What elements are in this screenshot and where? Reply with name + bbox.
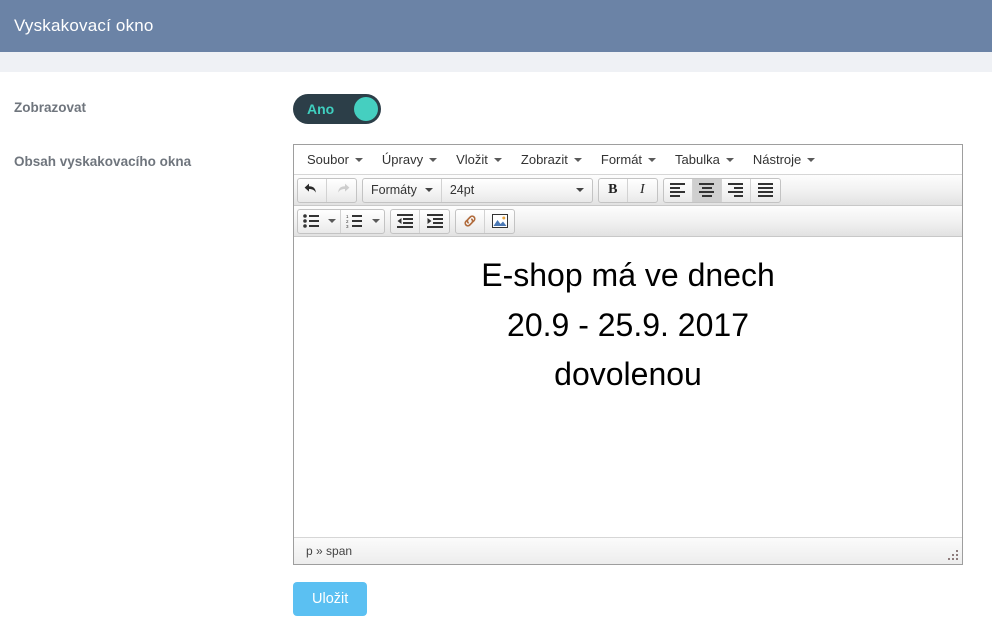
editor-paragraph: E-shop má ve dnech 20.9 - 25.9. 2017 dov… xyxy=(304,251,952,400)
alignment-group xyxy=(662,177,781,203)
svg-text:3: 3 xyxy=(346,224,349,228)
toggle-knob[interactable] xyxy=(354,97,378,121)
chevron-down-icon xyxy=(575,188,584,192)
app-header: Vyskakovací okno xyxy=(0,0,992,52)
menu-nastroje-label: Nástroje xyxy=(752,152,802,167)
bold-button[interactable]: B xyxy=(599,178,628,202)
chevron-down-icon xyxy=(573,157,582,162)
editor-toolbar-row-2: 1 2 3 xyxy=(294,206,962,237)
insert-button-group xyxy=(455,208,515,234)
italic-icon: I xyxy=(640,182,645,197)
menu-upravy[interactable]: Úpravy xyxy=(372,148,446,171)
editor-toolbar-row-1: Formáty 24pt B I xyxy=(294,175,962,206)
chevron-down-icon xyxy=(424,188,433,192)
align-right-icon xyxy=(728,183,744,197)
menu-nastroje[interactable]: Nástroje xyxy=(743,148,824,171)
align-right-button[interactable] xyxy=(722,178,751,202)
label-zobrazovat: Zobrazovat xyxy=(14,100,87,115)
redo-button[interactable] xyxy=(327,179,356,202)
numbered-list-caret-button[interactable] xyxy=(367,210,384,233)
menu-zobrazit[interactable]: Zobrazit xyxy=(511,148,591,171)
chevron-down-icon xyxy=(725,157,734,162)
menu-tabulka-label: Tabulka xyxy=(675,152,720,167)
outdent-icon xyxy=(397,214,413,228)
save-button[interactable]: Uložit xyxy=(293,582,368,616)
formats-dropdown[interactable]: Formáty xyxy=(363,178,442,202)
align-justify-button[interactable] xyxy=(751,179,780,202)
menu-zobrazit-label: Zobrazit xyxy=(520,152,568,167)
menu-vlozit-label: Vložit xyxy=(456,152,488,167)
align-left-button[interactable] xyxy=(664,178,693,202)
text-style-group: B I xyxy=(597,177,658,203)
chevron-down-icon xyxy=(371,219,380,223)
editor-line-3: dovolenou xyxy=(554,356,702,393)
numbered-list-split: 1 2 3 xyxy=(341,210,384,233)
italic-button[interactable]: I xyxy=(628,179,657,202)
menu-soubor[interactable]: Soubor xyxy=(297,148,372,171)
numbered-list-icon: 1 2 3 xyxy=(346,214,362,228)
chevron-down-icon xyxy=(493,157,502,162)
form-row-zobrazovat: Zobrazovat Ano xyxy=(0,94,992,134)
page-title: Vyskakovací okno xyxy=(14,16,154,35)
image-button[interactable] xyxy=(485,210,514,233)
align-center-button[interactable] xyxy=(692,178,722,202)
editor-line-2: 20.9 - 25.9. 2017 xyxy=(507,306,749,343)
form-row-obsah: Obsah vyskakovacího okna Soubor Úpravy V… xyxy=(0,144,992,565)
chevron-down-icon xyxy=(354,157,363,162)
label-obsah: Obsah vyskakovacího okna xyxy=(14,154,192,169)
chevron-down-icon xyxy=(328,219,336,223)
element-path[interactable]: p » span xyxy=(306,544,352,558)
menu-tabulka[interactable]: Tabulka xyxy=(665,148,743,171)
indent-button-group xyxy=(390,208,450,234)
list-button-group: 1 2 3 xyxy=(297,208,385,234)
bullet-list-caret-button[interactable] xyxy=(324,209,341,233)
format-select-group: Formáty 24pt xyxy=(362,177,593,203)
toggle-state-label: Ano xyxy=(307,101,335,117)
formats-dropdown-label: Formáty xyxy=(371,183,417,197)
bullet-list-split xyxy=(298,209,341,233)
menu-upravy-label: Úpravy xyxy=(381,152,424,167)
menu-format-label: Formát xyxy=(600,152,643,167)
fontsize-dropdown-value: 24pt xyxy=(449,183,475,197)
align-center-icon xyxy=(699,183,715,197)
link-button[interactable] xyxy=(456,209,485,233)
editor-line-1: E-shop má ve dnech xyxy=(481,257,775,293)
bold-icon: B xyxy=(608,182,618,197)
menu-format[interactable]: Formát xyxy=(591,148,665,171)
fontsize-dropdown[interactable]: 24pt xyxy=(442,179,592,202)
editor-content-area[interactable]: E-shop má ve dnech 20.9 - 25.9. 2017 dov… xyxy=(294,237,962,537)
form-row-save: Uložit xyxy=(0,582,992,616)
history-button-group xyxy=(297,177,357,203)
undo-button[interactable] xyxy=(298,178,327,202)
redo-icon xyxy=(337,183,349,193)
rich-text-editor: Soubor Úpravy Vložit Zobrazit Formát Tab… xyxy=(293,144,963,565)
numbered-list-button[interactable]: 1 2 3 xyxy=(341,210,367,233)
align-left-icon xyxy=(670,183,686,197)
chevron-down-icon xyxy=(807,157,816,162)
align-justify-icon xyxy=(757,183,773,197)
image-icon xyxy=(491,214,508,228)
bullet-list-icon xyxy=(303,214,319,228)
indent-button[interactable] xyxy=(420,210,449,233)
chevron-down-icon xyxy=(429,157,438,162)
link-icon xyxy=(464,215,476,227)
editor-statusbar: p » span xyxy=(294,537,962,564)
menu-vlozit[interactable]: Vložit xyxy=(446,148,511,171)
form-area: Zobrazovat Ano Obsah vyskakovacího okna … xyxy=(0,94,992,616)
editor-menubar: Soubor Úpravy Vložit Zobrazit Formát Tab… xyxy=(294,145,962,175)
bullet-list-button[interactable] xyxy=(298,210,324,233)
subheader-band xyxy=(0,52,992,72)
indent-icon xyxy=(426,214,443,228)
undo-icon xyxy=(304,183,316,193)
chevron-down-icon xyxy=(648,157,657,162)
menu-soubor-label: Soubor xyxy=(307,152,349,167)
zobrazovat-toggle[interactable]: Ano xyxy=(293,94,381,124)
resize-handle-icon[interactable] xyxy=(945,547,959,561)
outdent-button[interactable] xyxy=(391,209,420,233)
